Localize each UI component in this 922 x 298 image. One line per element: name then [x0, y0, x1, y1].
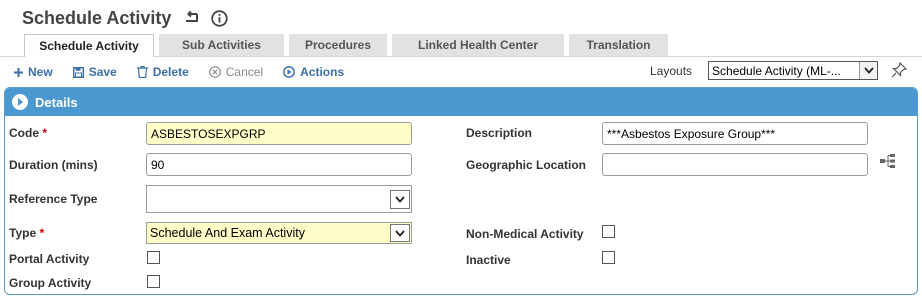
inactive-label: Inactive: [466, 253, 511, 267]
new-label: New: [28, 65, 53, 79]
hierarchy-tree-icon[interactable]: [880, 154, 896, 173]
details-panel: Details Code * ASBESTOSEXPGRP Duration (…: [4, 87, 918, 295]
type-select[interactable]: Schedule And Exam Activity: [146, 222, 412, 244]
save-label: Save: [88, 65, 117, 79]
layouts-select[interactable]: Schedule Activity (ML-...: [708, 61, 879, 80]
code-field[interactable]: ASBESTOSEXPGRP: [146, 122, 412, 145]
reference-type-label: Reference Type: [9, 192, 98, 206]
plus-icon: [14, 67, 23, 77]
tab-translation[interactable]: Translation: [569, 34, 668, 56]
tab-schedule-activity[interactable]: Schedule Activity: [24, 34, 154, 57]
collapse-toggle-icon[interactable]: [11, 93, 29, 111]
pin-icon[interactable]: [891, 61, 908, 83]
portal-activity-checkbox[interactable]: [147, 251, 160, 264]
play-circle-icon: [283, 66, 296, 78]
save-icon: [72, 66, 84, 78]
non-medical-activity-label: Non-Medical Activity: [466, 227, 584, 241]
type-value: Schedule And Exam Activity: [150, 226, 305, 240]
group-activity-label: Group Activity: [9, 276, 92, 290]
info-icon[interactable]: [211, 9, 229, 27]
actions-button[interactable]: Actions: [283, 65, 344, 79]
geographic-location-field[interactable]: [602, 153, 868, 176]
new-button[interactable]: New: [14, 65, 53, 79]
page-title: Schedule Activity: [22, 7, 172, 28]
page-header: Schedule Activity: [22, 6, 229, 30]
save-button[interactable]: Save: [72, 65, 117, 79]
cancel-label: Cancel: [225, 65, 264, 79]
description-label: Description: [466, 126, 533, 140]
chevron-down-icon: [390, 224, 410, 242]
required-marker: *: [39, 226, 45, 240]
code-label: Code *: [9, 126, 48, 140]
layouts-control: Layouts Schedule Activity (ML-...: [650, 61, 879, 80]
tab-procedures[interactable]: Procedures: [289, 34, 387, 56]
portal-activity-label: Portal Activity: [9, 252, 90, 266]
description-field[interactable]: ***Asbestos Exposure Group***: [602, 122, 868, 145]
chevron-down-icon: [390, 189, 410, 209]
duration-label: Duration (mins): [9, 158, 98, 172]
duration-field[interactable]: 90: [146, 153, 412, 176]
reference-type-select[interactable]: [146, 185, 412, 213]
tab-bar: Schedule Activity Sub Activities Procedu…: [24, 34, 673, 57]
group-activity-checkbox[interactable]: [147, 275, 160, 288]
delete-label: Delete: [152, 65, 189, 79]
tab-linked-health-center[interactable]: Linked Health Center: [392, 34, 564, 56]
chevron-down-icon: [859, 62, 878, 79]
layouts-selected-value: Schedule Activity (ML-...: [712, 63, 841, 78]
geographic-location-label: Geographic Location: [466, 158, 587, 172]
required-marker: *: [42, 126, 48, 140]
details-panel-title: Details: [35, 94, 78, 110]
type-label: Type *: [9, 226, 45, 240]
back-arrow-icon[interactable]: [183, 11, 199, 25]
trash-icon: [136, 66, 148, 78]
tab-sub-activities[interactable]: Sub Activities: [159, 34, 284, 56]
actions-label: Actions: [300, 65, 345, 79]
inactive-checkbox[interactable]: [602, 251, 615, 264]
cancel-icon: [208, 66, 221, 78]
delete-button[interactable]: Delete: [136, 65, 189, 79]
details-panel-header[interactable]: Details: [5, 88, 917, 116]
toolbar: New Save Delete Cancel Actions: [14, 62, 364, 82]
layouts-label: Layouts: [650, 63, 693, 78]
cancel-button[interactable]: Cancel: [208, 65, 264, 79]
non-medical-activity-checkbox[interactable]: [602, 225, 615, 238]
